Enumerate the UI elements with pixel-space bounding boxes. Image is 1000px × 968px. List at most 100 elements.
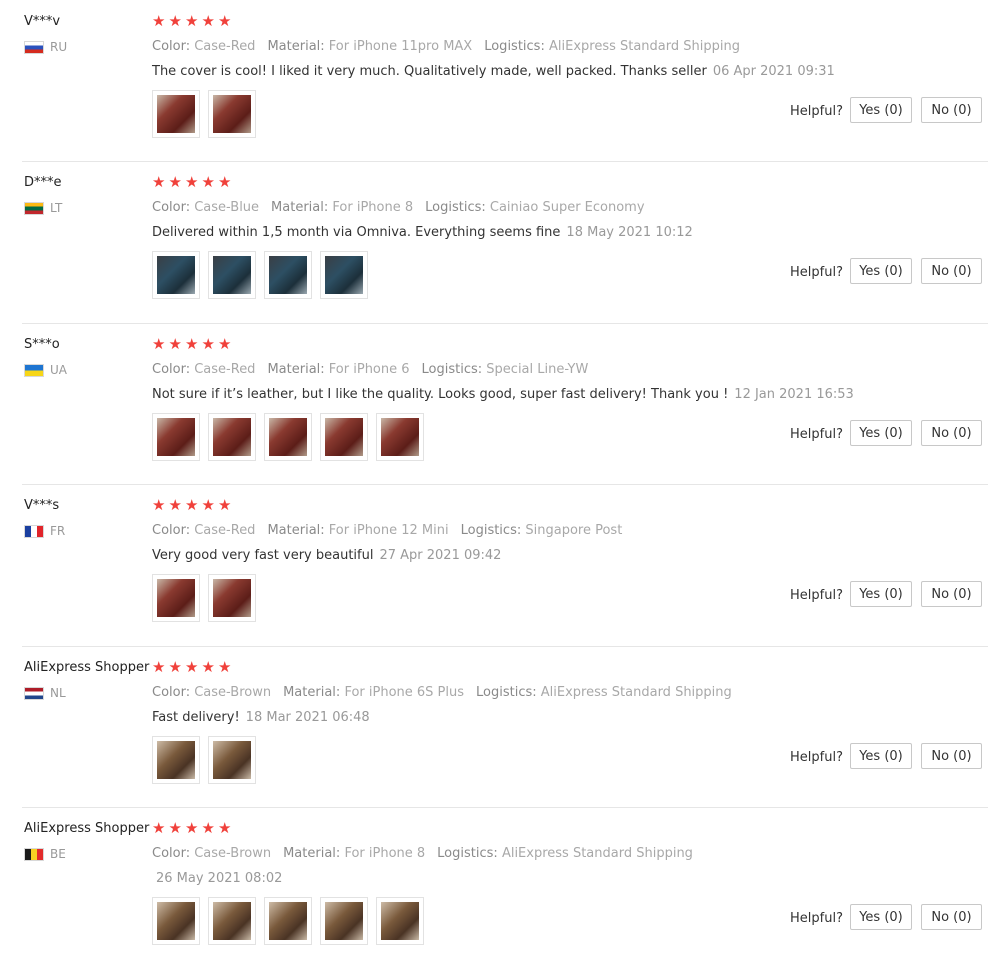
review-photo-thumbnail[interactable] <box>376 897 424 945</box>
star-icon: ★ <box>218 173 232 191</box>
reviewer-country: NL <box>24 686 66 700</box>
logistics-value: Singapore Post <box>525 523 623 538</box>
review-item: AliExpress Shopper NL ★ ★ ★ ★ ★ Color: Case-Bro… <box>0 646 1000 807</box>
star-icon: ★ <box>185 173 199 191</box>
review-photo-thumbnail[interactable] <box>320 413 368 461</box>
helpful-yes-button[interactable]: Yes (0) <box>850 258 912 284</box>
review-photos <box>152 736 264 784</box>
color-label: Color: <box>152 39 191 54</box>
star-icon: ★ <box>201 658 215 676</box>
divider <box>22 161 988 162</box>
review-attributes: Color: Case-Blue Material: For iPhone 8 Lo… <box>152 200 645 215</box>
helpful-label: Helpful? <box>790 750 843 765</box>
review-date: 06 Apr 2021 09:31 <box>712 64 835 79</box>
helpful-yes-button[interactable]: Yes (0) <box>850 581 912 607</box>
star-icon: ★ <box>185 496 199 514</box>
review-photo-thumbnail[interactable] <box>208 413 256 461</box>
country-code: UA <box>50 363 67 377</box>
material-value: For iPhone 8 <box>344 846 426 861</box>
helpful-yes-button[interactable]: Yes (0) <box>850 904 912 930</box>
review-photo-thumbnail[interactable] <box>152 574 200 622</box>
reviewer-name: S***o <box>24 337 60 352</box>
star-icon: ★ <box>201 12 215 30</box>
color-value: Case-Red <box>194 523 256 538</box>
blue-case-photo <box>157 256 195 294</box>
logistics-value: Cainiao Super Economy <box>489 200 645 215</box>
review-item: D***e LT ★ ★ ★ ★ ★ Color: Case-Blue Material: Fo… <box>0 161 1000 322</box>
star-icon: ★ <box>152 335 166 353</box>
reviewer-country: FR <box>24 524 65 538</box>
star-icon: ★ <box>218 496 232 514</box>
reviewer-name: V***v <box>24 14 61 29</box>
brown-case-photo <box>213 902 251 940</box>
country-flag-icon <box>24 686 44 700</box>
reviewer-name: D***e <box>24 175 62 190</box>
country-flag-icon <box>24 40 44 54</box>
star-icon: ★ <box>218 335 232 353</box>
red-case-photo <box>157 95 195 133</box>
star-icon: ★ <box>152 12 166 30</box>
star-icon: ★ <box>168 819 182 837</box>
divider <box>22 646 988 647</box>
helpful-no-button[interactable]: No (0) <box>921 97 982 123</box>
logistics-value: AliExpress Standard Shipping <box>501 846 693 861</box>
review-attributes: Color: Case-Red Material: For iPhone 6 Log… <box>152 362 588 377</box>
review-photo-thumbnail[interactable] <box>264 251 312 299</box>
helpful-no-button[interactable]: No (0) <box>921 743 982 769</box>
helpful-yes-button[interactable]: Yes (0) <box>850 743 912 769</box>
star-icon: ★ <box>201 173 215 191</box>
review-text: Delivered within 1,5 month via Omniva. E… <box>152 225 693 240</box>
review-attributes: Color: Case-Brown Material: For iPhone 8 L… <box>152 846 693 861</box>
review-photo-thumbnail[interactable] <box>152 897 200 945</box>
reviewer-country: UA <box>24 363 67 377</box>
star-rating: ★ ★ ★ ★ ★ <box>152 496 235 514</box>
brown-case-photo <box>325 902 363 940</box>
red-case-photo <box>157 579 195 617</box>
star-icon: ★ <box>218 12 232 30</box>
star-rating: ★ ★ ★ ★ ★ <box>152 12 235 30</box>
helpful-label: Helpful? <box>790 104 843 119</box>
review-text: Very good very fast very beautiful 27 Apr… <box>152 548 501 563</box>
helpful-no-button[interactable]: No (0) <box>921 420 982 446</box>
review-body: Not sure if it’s leather, but I like the… <box>152 387 729 402</box>
review-photo-thumbnail[interactable] <box>152 413 200 461</box>
review-photo-thumbnail[interactable] <box>208 90 256 138</box>
country-code: LT <box>50 201 63 215</box>
star-icon: ★ <box>168 12 182 30</box>
star-rating: ★ ★ ★ ★ ★ <box>152 335 235 353</box>
review-photo-thumbnail[interactable] <box>320 897 368 945</box>
review-photos <box>152 413 432 461</box>
star-icon: ★ <box>168 496 182 514</box>
helpful-yes-button[interactable]: Yes (0) <box>850 97 912 123</box>
review-body: Delivered within 1,5 month via Omniva. E… <box>152 225 561 240</box>
review-photo-thumbnail[interactable] <box>264 897 312 945</box>
review-text: Fast delivery! 18 Mar 2021 06:48 <box>152 710 370 725</box>
star-icon: ★ <box>168 335 182 353</box>
review-photo-thumbnail[interactable] <box>208 897 256 945</box>
color-label: Color: <box>152 685 191 700</box>
helpful-no-button[interactable]: No (0) <box>921 904 982 930</box>
helpful-yes-button[interactable]: Yes (0) <box>850 420 912 446</box>
review-photo-thumbnail[interactable] <box>208 736 256 784</box>
helpful-no-button[interactable]: No (0) <box>921 581 982 607</box>
red-case-photo <box>213 418 251 456</box>
review-photo-thumbnail[interactable] <box>152 736 200 784</box>
review-photo-thumbnail[interactable] <box>208 574 256 622</box>
red-case-photo <box>325 418 363 456</box>
review-photos <box>152 574 264 622</box>
review-photo-thumbnail[interactable] <box>208 251 256 299</box>
review-photo-thumbnail[interactable] <box>152 90 200 138</box>
review-photo-thumbnail[interactable] <box>376 413 424 461</box>
material-label: Material: <box>271 200 329 215</box>
country-flag-icon <box>24 524 44 538</box>
country-flag-icon <box>24 847 44 861</box>
star-icon: ★ <box>201 819 215 837</box>
helpful-no-button[interactable]: No (0) <box>921 258 982 284</box>
material-label: Material: <box>283 846 341 861</box>
review-photo-thumbnail[interactable] <box>264 413 312 461</box>
review-photo-thumbnail[interactable] <box>152 251 200 299</box>
logistics-label: Logistics: <box>476 685 537 700</box>
logistics-label: Logistics: <box>484 39 545 54</box>
star-icon: ★ <box>185 335 199 353</box>
review-photo-thumbnail[interactable] <box>320 251 368 299</box>
